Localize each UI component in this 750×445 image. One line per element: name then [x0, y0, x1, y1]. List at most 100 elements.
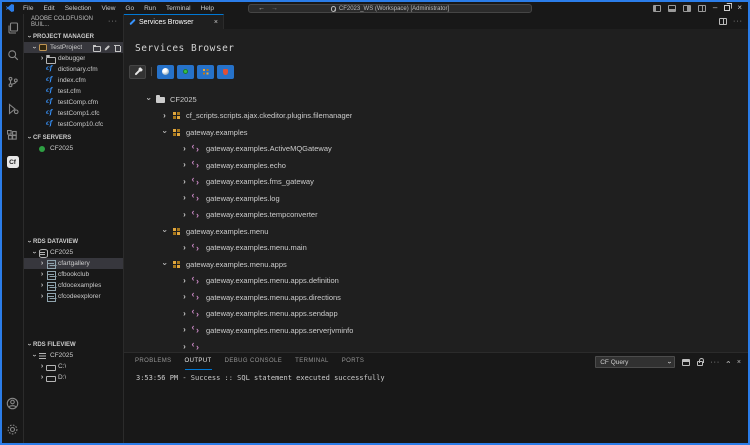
list-item[interactable]: debugger: [24, 53, 123, 64]
list-item[interactable]: dictionary.cfm: [24, 64, 123, 75]
workspace-title: CF2023_WS (Workspace) [Administrator]: [339, 6, 449, 12]
globe-filter-button[interactable]: [157, 65, 174, 79]
menubar-item[interactable]: Terminal: [162, 4, 195, 13]
list-item[interactable]: cfdocexamples: [24, 280, 123, 291]
coldfusion-activity-icon[interactable]: Cf: [7, 156, 19, 168]
close-panel-icon[interactable]: ×: [737, 359, 741, 366]
row-icon: [192, 243, 202, 253]
search-activity-icon[interactable]: [6, 48, 20, 62]
source-control-icon[interactable]: [6, 75, 20, 89]
back-arrow-icon[interactable]: ←: [258, 5, 265, 12]
list-item[interactable]: index.cfm: [24, 75, 123, 86]
maximize-panel-icon[interactable]: ›: [725, 361, 733, 364]
list-item[interactable]: TestProject: [24, 42, 123, 53]
menubar-item[interactable]: Go: [121, 4, 138, 13]
minimize-button[interactable]: –: [713, 4, 717, 12]
list-item[interactable]: gateway.examples.menu.apps.directions: [124, 289, 748, 306]
lock-scroll-icon[interactable]: [697, 361, 703, 366]
list-item[interactable]: testComp1.cfc: [24, 108, 123, 119]
row-icon: [192, 177, 202, 187]
delete-icon[interactable]: [113, 44, 120, 51]
list-item[interactable]: D:\: [24, 372, 123, 383]
explorer-icon[interactable]: [6, 21, 20, 35]
package-filter-button[interactable]: [197, 65, 214, 79]
close-window-button[interactable]: ×: [737, 4, 742, 12]
list-item[interactable]: CF2025: [24, 247, 123, 258]
list-item[interactable]: gateway.examples.menu.apps.definition: [124, 273, 748, 290]
list-item[interactable]: testComp.cfm: [24, 97, 123, 108]
services-tree: CF2025 cf_scripts.scripts.ajax.ckeditor.…: [124, 91, 748, 352]
list-item[interactable]: gateway.examples.menu: [124, 223, 748, 240]
run-debug-icon[interactable]: [6, 102, 20, 116]
row-icon: [46, 270, 55, 279]
section-header-project-manager[interactable]: PROJECT MANAGER: [24, 31, 123, 42]
menubar-item[interactable]: Selection: [61, 4, 96, 13]
split-editor-icon[interactable]: [719, 18, 727, 25]
restore-button[interactable]: [724, 5, 730, 11]
settings-gear-icon[interactable]: [6, 422, 20, 436]
green-dot-filter-button[interactable]: [177, 65, 194, 79]
panel-tab[interactable]: PORTS: [342, 353, 365, 370]
edit-icon[interactable]: [103, 44, 110, 51]
row-label: gateway.examples: [186, 128, 248, 137]
list-item[interactable]: gateway.examples.menu.apps.sendapp: [124, 306, 748, 323]
panel-tab[interactable]: DEBUG CONSOLE: [225, 353, 283, 370]
refresh-pin-button[interactable]: [129, 65, 146, 79]
toggle-secondary-sidebar-icon[interactable]: [683, 5, 691, 12]
new-folder-icon[interactable]: [93, 44, 100, 51]
list-item[interactable]: gateway.examples.echo: [124, 157, 748, 174]
list-item[interactable]: cfcodeexplorer: [24, 291, 123, 302]
row-icon: [156, 94, 166, 104]
panel-tab[interactable]: TERMINAL: [295, 353, 329, 370]
list-item[interactable]: gateway.examples.ActiveMQGateway: [124, 141, 748, 158]
menubar-item[interactable]: Run: [140, 4, 160, 13]
panel-tab[interactable]: OUTPUT: [185, 353, 212, 370]
output-channel-select[interactable]: CF Query ›: [595, 356, 675, 368]
panel-tab[interactable]: PROBLEMS: [135, 353, 172, 370]
list-item[interactable]: gateway.examples.log: [124, 190, 748, 207]
menubar-item[interactable]: Edit: [39, 4, 58, 13]
toggle-panel-icon[interactable]: [668, 5, 676, 12]
row-label: CF2025: [170, 95, 197, 104]
forward-arrow-icon[interactable]: →: [271, 5, 278, 12]
list-item[interactable]: gateway.examples.fms_gateway: [124, 174, 748, 191]
section-project-manager: PROJECT MANAGER TestProject debugger dic…: [24, 31, 123, 130]
output-channel-value: CF Query: [600, 359, 628, 366]
list-item[interactable]: testComp10.cfc: [24, 119, 123, 130]
section-cf-servers: CF SERVERS CF2025: [24, 132, 123, 234]
tab-close-icon[interactable]: ×: [214, 19, 218, 26]
open-output-in-editor-icon[interactable]: [682, 359, 690, 366]
list-item[interactable]: gateway.examples.menu.main: [124, 240, 748, 257]
list-item[interactable]: cfbookclub: [24, 269, 123, 280]
list-item[interactable]: C:\: [24, 361, 123, 372]
row-label: CF2025: [50, 249, 73, 256]
section-header-cf-servers[interactable]: CF SERVERS: [24, 132, 123, 143]
customize-layout-icon[interactable]: [698, 5, 706, 12]
menubar-item[interactable]: Help: [197, 4, 218, 13]
list-item[interactable]: gateway.examples.tempconverter: [124, 207, 748, 224]
list-item[interactable]: gateway.examples.menu.apps: [124, 256, 748, 273]
list-item[interactable]: [124, 339, 748, 353]
panel-more-actions-icon[interactable]: ···: [710, 359, 720, 366]
section-header-rds-dataview[interactable]: RDS DATAVIEW: [24, 236, 123, 247]
sidebar-more-icon[interactable]: ···: [108, 18, 118, 25]
vscode-logo-icon: [6, 4, 14, 12]
list-item[interactable]: cfartgallery: [24, 258, 123, 269]
editor-more-actions-icon[interactable]: ···: [733, 18, 743, 25]
list-item[interactable]: CF2025: [124, 91, 748, 108]
extensions-icon[interactable]: [6, 129, 20, 143]
command-center-search[interactable]: CF2023_WS (Workspace) [Administrator]: [248, 4, 532, 13]
list-item[interactable]: cf_scripts.scripts.ajax.ckeditor.plugins…: [124, 108, 748, 125]
marker-filter-button[interactable]: [217, 65, 234, 79]
section-header-rds-fileview[interactable]: RDS FILEVIEW: [24, 339, 123, 350]
account-icon[interactable]: [6, 396, 20, 410]
list-item[interactable]: gateway.examples: [124, 124, 748, 141]
list-item[interactable]: CF2025: [24, 350, 123, 361]
menubar-item[interactable]: File: [19, 4, 37, 13]
toggle-sidebar-icon[interactable]: [653, 5, 661, 12]
menubar-item[interactable]: View: [97, 4, 119, 13]
list-item[interactable]: CF2025: [24, 143, 123, 154]
tab-services-browser[interactable]: Services Browser ×: [124, 14, 224, 29]
list-item[interactable]: gateway.examples.menu.apps.serverjvminfo: [124, 322, 748, 339]
list-item[interactable]: test.cfm: [24, 86, 123, 97]
